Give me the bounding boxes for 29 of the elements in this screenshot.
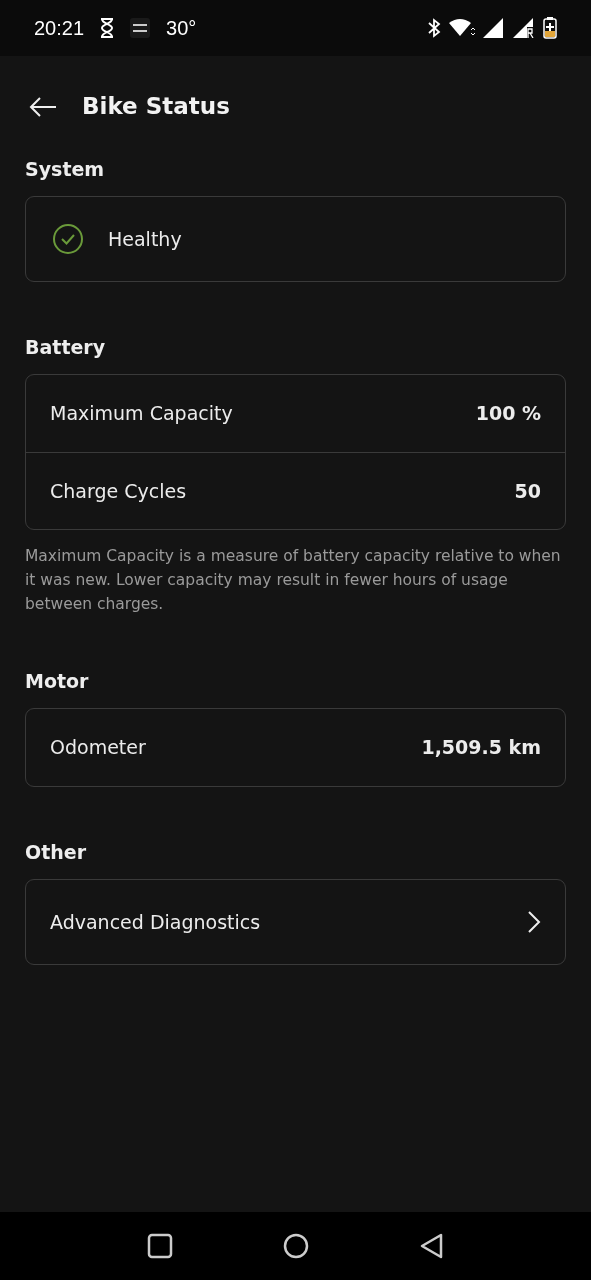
section-heading: Other bbox=[25, 840, 88, 865]
signal-icon bbox=[483, 18, 505, 38]
back-nav-button[interactable] bbox=[418, 1233, 445, 1259]
status-text: Healthy bbox=[108, 226, 182, 252]
bluetooth-icon bbox=[427, 18, 441, 38]
signal-roaming-icon bbox=[513, 18, 535, 38]
section-heading: System bbox=[25, 157, 106, 182]
chevron-right-icon bbox=[527, 910, 541, 934]
back-button[interactable] bbox=[28, 94, 58, 118]
row-label: Odometer bbox=[50, 735, 146, 761]
row-label: Maximum Capacity bbox=[50, 401, 233, 427]
battery-charging-icon bbox=[543, 17, 557, 39]
recents-button[interactable] bbox=[146, 1233, 173, 1259]
list-item[interactable]: Advanced Diagnostics bbox=[26, 880, 565, 964]
hourglass-icon bbox=[100, 18, 115, 38]
app-icon bbox=[130, 18, 151, 38]
row-value: 50 bbox=[514, 478, 541, 504]
row-value: 100 % bbox=[475, 401, 541, 427]
clock-time: 20:21 bbox=[34, 16, 85, 41]
temperature-text: 30° bbox=[166, 16, 197, 41]
check-circle-icon bbox=[52, 223, 84, 255]
row-value: 1,509.5 km bbox=[421, 735, 541, 761]
wifi-icon bbox=[449, 18, 475, 38]
row-label: Charge Cycles bbox=[50, 478, 187, 504]
section-heading: Motor bbox=[25, 669, 90, 694]
section-heading: Battery bbox=[25, 335, 107, 360]
page-title: Bike Status bbox=[82, 91, 230, 121]
home-button[interactable] bbox=[282, 1233, 309, 1259]
info-text: Maximum Capacity is a measure of battery capacity relative to when it was new. Lower capacity may result in fewer hours of usage between charges. bbox=[25, 546, 562, 615]
